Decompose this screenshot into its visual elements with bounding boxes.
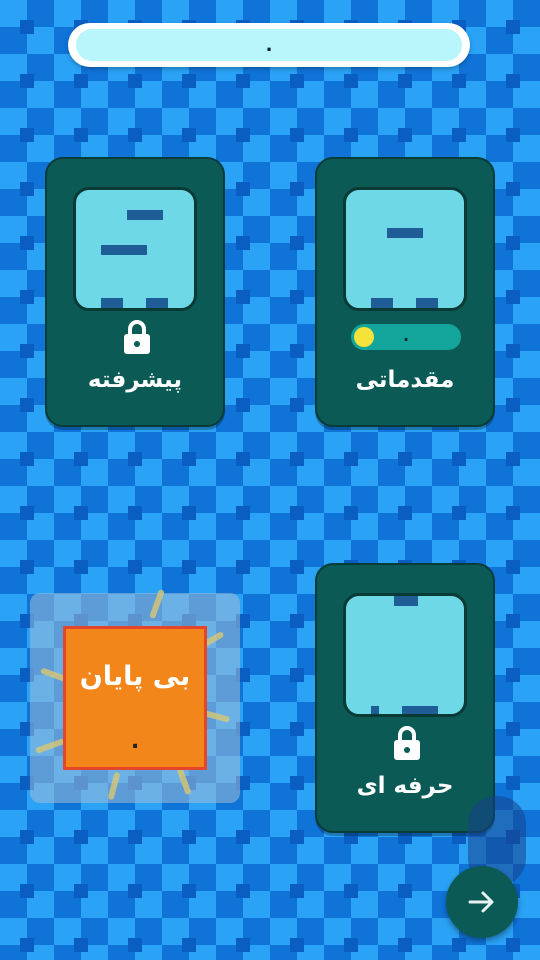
- mode-progress-bar: .: [351, 324, 461, 350]
- mode-preview-beginner: [343, 187, 467, 311]
- mode-card-advanced[interactable]: پیشرفته: [45, 157, 225, 427]
- lock-icon: [394, 726, 420, 760]
- mode-label-beginner: مقدماتی: [355, 367, 455, 393]
- mode-label-endless: بی پایان: [79, 661, 191, 692]
- mode-label-professional: حرفه ای: [356, 773, 454, 799]
- top-score-bar: .: [68, 23, 470, 67]
- mode-preview-advanced: [73, 187, 197, 311]
- endless-score: .: [130, 729, 140, 754]
- mode-preview-professional: [343, 593, 467, 717]
- mode-progress-value: .: [402, 326, 410, 345]
- mode-label-advanced: پیشرفته: [87, 367, 183, 393]
- mode-card-endless[interactable]: بی پایان .: [30, 588, 240, 803]
- mode-card-professional[interactable]: حرفه ای: [315, 563, 495, 833]
- arrow-right-icon: [468, 891, 494, 913]
- endless-mode-tile: بی پایان .: [63, 626, 207, 770]
- next-button[interactable]: [446, 866, 518, 938]
- top-score-value: .: [76, 29, 462, 61]
- lock-icon: [124, 320, 150, 354]
- mode-card-beginner[interactable]: . مقدماتی: [315, 157, 495, 427]
